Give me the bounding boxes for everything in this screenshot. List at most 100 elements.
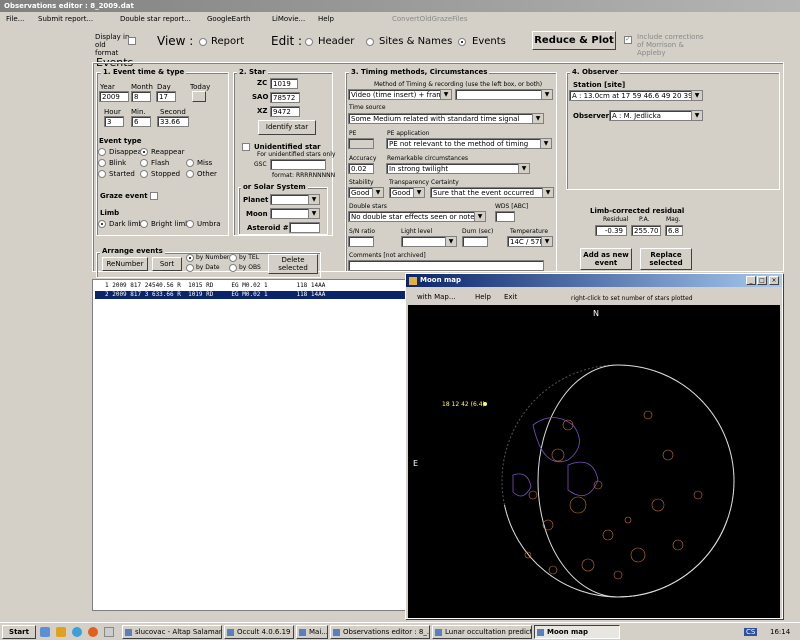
comments-field[interactable] [348, 260, 544, 271]
transparency-dropdown[interactable]: Good [389, 187, 425, 198]
renumber-button[interactable]: ReNumber [102, 257, 148, 271]
day-field[interactable]: 17 [156, 91, 176, 102]
durn-field[interactable] [462, 236, 488, 247]
sort-by-number-radio[interactable] [186, 254, 194, 262]
delete-selected-button[interactable]: Delete selected [268, 254, 318, 274]
xz-field[interactable]: 9472 [270, 106, 300, 117]
close-icon[interactable]: × [769, 276, 779, 285]
double-stars-dropdown[interactable]: No double star effects seen or noted [348, 211, 486, 222]
wds-field[interactable] [495, 211, 515, 222]
gsc-field[interactable] [270, 159, 326, 170]
pe-field[interactable] [348, 138, 374, 149]
taskbar: Start slucovac - Altap Salaman... Occult… [0, 622, 800, 640]
second-field[interactable]: 33.66 [157, 116, 189, 127]
east-label: E [413, 459, 419, 468]
unidentified-star-checkbox[interactable] [242, 143, 250, 151]
today-button[interactable] [192, 91, 206, 102]
time-source-dropdown[interactable]: Some Medium related with standard time s… [348, 113, 544, 124]
firefox-icon[interactable] [88, 627, 98, 637]
minimize-icon[interactable]: _ [746, 276, 756, 285]
edit-events-radio[interactable] [458, 38, 466, 46]
replace-selected-button[interactable]: Replace selected [640, 248, 692, 270]
list-item[interactable]: 1 2009 817 24540.56 R 1015 RD EG M0.02 1… [95, 282, 405, 290]
events-list[interactable]: 1 2009 817 24540.56 R 1015 RD EG M0.02 1… [92, 279, 406, 611]
type-miss-radio[interactable] [186, 159, 194, 167]
event-time-title: 1. Event time & type [101, 68, 187, 76]
limb-umbra-radio[interactable] [186, 220, 194, 228]
type-blink-radio[interactable] [98, 159, 106, 167]
limb-bright-radio[interactable] [140, 220, 148, 228]
quicklaunch-icon[interactable] [40, 627, 50, 637]
quicklaunch-icon[interactable] [56, 627, 66, 637]
asteroid-label: Asteroid # [247, 224, 289, 232]
sort-by-tel-radio[interactable] [229, 254, 237, 262]
add-new-event-button[interactable]: Add as new event [580, 248, 632, 270]
taskbar-item-salamander[interactable]: slucovac - Altap Salaman... [122, 625, 222, 639]
graze-event-checkbox[interactable] [150, 192, 158, 200]
sao-field[interactable]: 78572 [270, 92, 300, 103]
menu-help[interactable]: Help [318, 12, 334, 26]
observer-dropdown[interactable]: A : M. Jedlicka [609, 110, 703, 121]
display-old-format-checkbox[interactable] [128, 37, 136, 45]
menu-file[interactable]: File... [6, 12, 24, 26]
menu-google-earth[interactable]: GoogleEarth [207, 12, 250, 26]
station-dropdown[interactable]: A : 13.0cm at 17 59 46.6 49 20 39.1 [569, 90, 703, 101]
quicklaunch-icon[interactable] [104, 627, 114, 637]
language-indicator[interactable]: CS [744, 628, 758, 636]
min-field[interactable]: 6 [131, 116, 151, 127]
moon-menu-help[interactable]: Help [475, 293, 491, 301]
temperature-dropdown[interactable]: 14C / 57F [507, 236, 553, 247]
menu-convert-old-graze[interactable]: ConvertOldGrazeFiles [392, 12, 468, 26]
month-field[interactable]: 8 [131, 91, 151, 102]
view-report-radio[interactable] [199, 38, 207, 46]
sort-by-obs-radio[interactable] [229, 264, 237, 272]
sort-by-date-radio[interactable] [186, 264, 194, 272]
display-old-format-label: Display in old format [95, 33, 130, 57]
maximize-icon[interactable]: □ [757, 276, 767, 285]
edit-header-radio[interactable] [305, 38, 313, 46]
planet-dropdown[interactable] [270, 194, 320, 205]
method-dropdown[interactable]: Video (time insert) + frame an [348, 89, 452, 100]
pe-application-dropdown[interactable]: PE not relevant to the method of timing [386, 138, 552, 149]
remarkable-dropdown[interactable]: In strong twilight [386, 163, 530, 174]
type-reappear-radio[interactable] [140, 148, 148, 156]
moon-map-window: Moon map _ □ × with Map... Help Exit rig… [405, 273, 783, 619]
light-level-dropdown[interactable] [401, 236, 457, 247]
moon-menu-exit[interactable]: Exit [504, 293, 517, 301]
taskbar-item-occult[interactable]: Occult 4.0.6.19 [224, 625, 294, 639]
list-item-selected[interactable]: 2 2009 817 3 633.66 R 1019 RD EG M0.02 1… [95, 291, 405, 299]
menu-submit-report[interactable]: Submit report... [38, 12, 93, 26]
limb-dark-radio[interactable] [98, 220, 106, 228]
hour-field[interactable]: 3 [104, 116, 124, 127]
zc-field[interactable]: 1019 [270, 78, 298, 89]
identify-star-button[interactable]: Identify star [258, 120, 316, 135]
temperature-label: Temperature [510, 228, 549, 235]
moon-map-canvas[interactable]: 18 12 42 (6.4) N E [408, 305, 780, 618]
taskbar-item-observations-editor[interactable]: Observations editor : 8_... [330, 625, 430, 639]
taskbar-item-mail[interactable]: Mai... [296, 625, 328, 639]
moon-menu-with-map[interactable]: with Map... [417, 293, 456, 301]
type-stopped-radio[interactable] [140, 170, 148, 178]
menu-double-star-report[interactable]: Double star report... [120, 12, 191, 26]
menu-limovie[interactable]: LiMovie... [272, 12, 305, 26]
taskbar-item-moon-map[interactable]: Moon map [534, 625, 620, 639]
edit-sites-radio[interactable] [366, 38, 374, 46]
asteroid-field[interactable] [289, 222, 320, 233]
sort-button[interactable]: Sort [152, 257, 182, 271]
moon-dropdown[interactable] [270, 208, 320, 219]
stability-dropdown[interactable]: Good [348, 187, 384, 198]
reduce-plot-button[interactable]: Reduce & Plot [532, 31, 616, 50]
accuracy-field[interactable]: 0.02 [348, 163, 374, 174]
certainty-dropdown[interactable]: Sure that the event occurred [430, 187, 554, 198]
type-other-radio[interactable] [186, 170, 194, 178]
type-disappear-radio[interactable] [98, 148, 106, 156]
type-started-radio[interactable] [98, 170, 106, 178]
year-field[interactable]: 2009 [99, 91, 129, 102]
taskbar-item-lunar-occultation[interactable]: Lunar occultation predicti... [432, 625, 532, 639]
sn-ratio-field[interactable] [348, 236, 374, 247]
start-button[interactable]: Start [2, 625, 36, 639]
method-secondary-dropdown[interactable] [455, 89, 553, 100]
type-flash-radio[interactable] [140, 159, 148, 167]
include-corrections-checkbox[interactable] [624, 35, 632, 44]
quicklaunch-icon[interactable] [72, 627, 82, 637]
